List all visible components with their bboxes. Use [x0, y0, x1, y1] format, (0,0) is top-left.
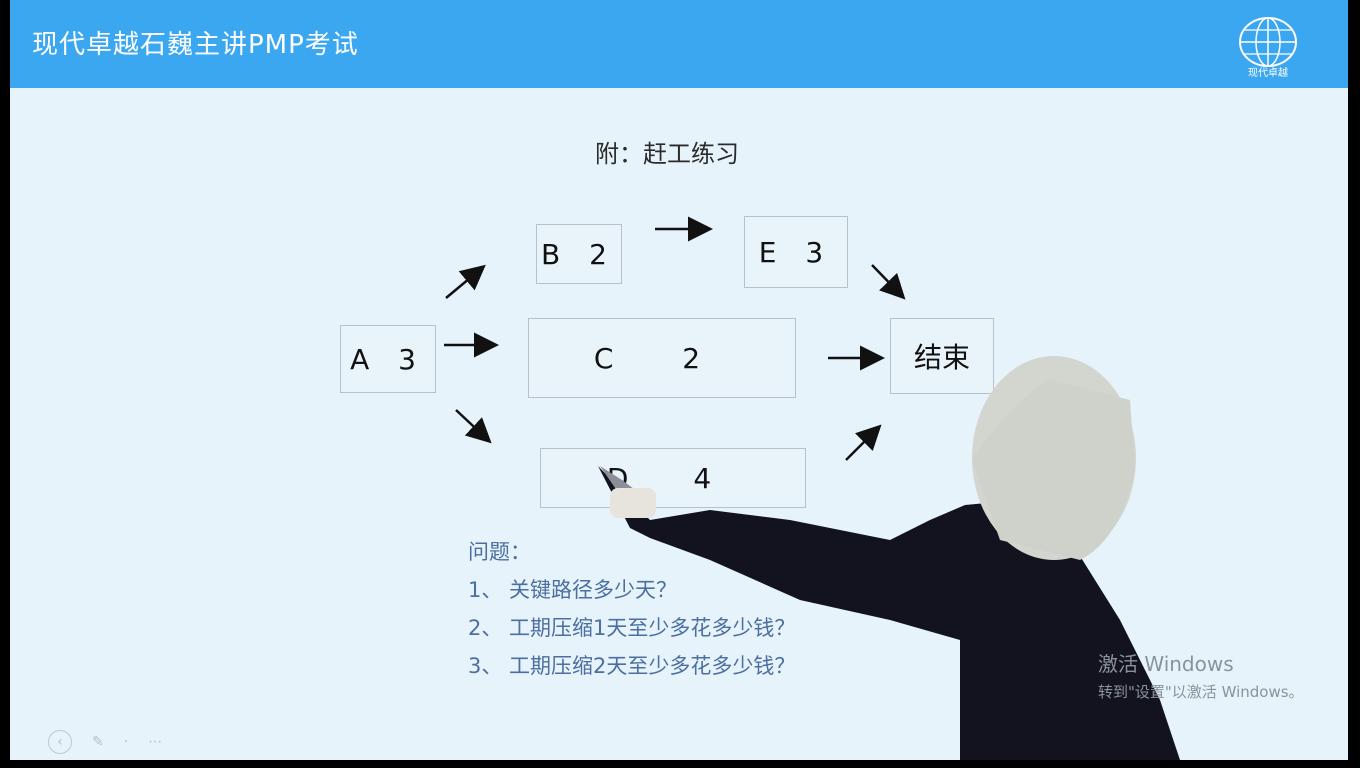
question-2: 2、 工期压缩1天至少多花多少钱？	[468, 616, 796, 640]
presentation-slide: 现代卓越石巍主讲PMP考试 现代卓越 附：赶工练习 A 3 B 2 E 3 C …	[10, 0, 1348, 760]
question-3: 3、 工期压缩2天至少多花多少钱？	[468, 654, 796, 678]
question-1: 1、 关键路径多少天？	[468, 578, 678, 602]
watermark-line-1: 激活 Windows	[1098, 652, 1234, 676]
questions-heading: 问题：	[468, 540, 531, 564]
menu-icon[interactable]: ⋯	[148, 734, 162, 750]
windows-activation-watermark: 激活 Windows 转到"设置"以激活 Windows。	[1098, 648, 1304, 702]
screen: 现代卓越石巍主讲PMP考试 现代卓越 附：赶工练习 A 3 B 2 E 3 C …	[0, 0, 1360, 768]
slideshow-toolbar: ‹ ✎ · ⋯	[48, 730, 162, 754]
previous-slide-icon[interactable]: ‹	[48, 730, 72, 754]
questions-block: 问题： 1、 关键路径多少天？ 2、 工期压缩1天至少多花多少钱？ 3、 工期压…	[468, 538, 848, 680]
pen-icon[interactable]: ✎	[92, 734, 104, 750]
pointer-icon[interactable]: ·	[124, 734, 128, 750]
watermark-line-2: 转到"设置"以激活 Windows。	[1098, 683, 1304, 701]
